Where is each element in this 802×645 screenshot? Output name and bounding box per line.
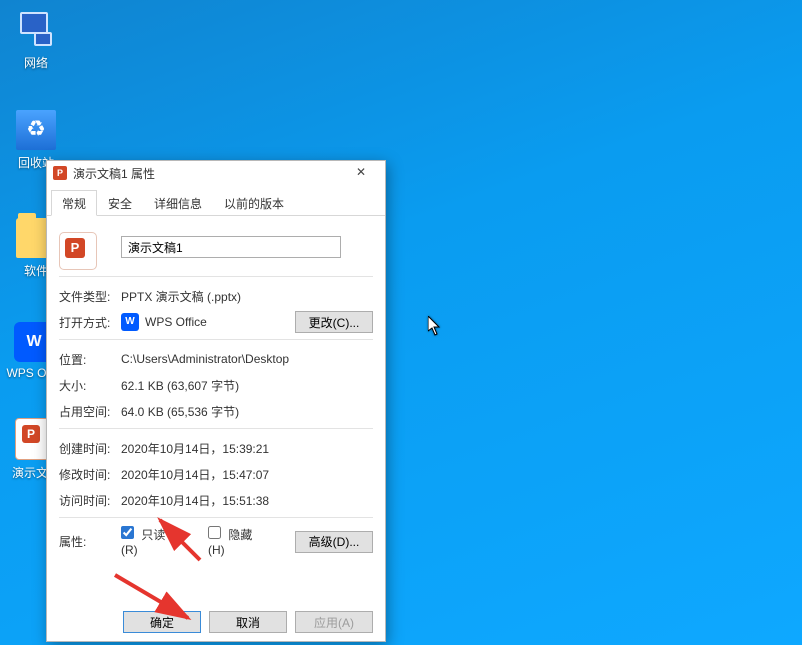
dialog-footer: 确定 取消 应用(A) (123, 611, 373, 633)
opens-with-label: 打开方式: (59, 314, 121, 331)
file-type-big-icon (59, 232, 97, 270)
ok-button[interactable]: 确定 (123, 611, 201, 633)
title-bar[interactable]: 演示文稿1 属性 ✕ (47, 161, 385, 185)
pptx-file-icon (53, 166, 67, 180)
tab-previous-versions[interactable]: 以前的版本 (213, 190, 295, 216)
file-name-input[interactable] (121, 236, 341, 258)
readonly-checkbox[interactable] (121, 526, 134, 539)
tab-general[interactable]: 常规 (51, 190, 97, 216)
size-label: 大小: (59, 377, 121, 394)
tab-strip: 常规 安全 详细信息 以前的版本 (47, 189, 385, 216)
size-on-disk-value: 64.0 KB (65,536 字节) (121, 403, 373, 420)
cancel-button[interactable]: 取消 (209, 611, 287, 633)
desktop-icon-label: 网络 (6, 54, 66, 71)
size-value: 62.1 KB (63,607 字节) (121, 377, 373, 394)
close-button[interactable]: ✕ (343, 163, 379, 183)
advanced-button[interactable]: 高级(D)... (295, 531, 373, 553)
mouse-cursor-icon (428, 316, 442, 336)
modified-value: 2020年10月14日，15:47:07 (121, 466, 373, 483)
created-value: 2020年10月14日，15:39:21 (121, 440, 373, 457)
file-type-value: PPTX 演示文稿 (.pptx) (121, 288, 373, 305)
tab-details[interactable]: 详细信息 (143, 190, 213, 216)
created-label: 创建时间: (59, 440, 121, 457)
hidden-checkbox-label[interactable]: 隐藏(H) (208, 526, 265, 557)
location-label: 位置: (59, 351, 121, 368)
change-opens-with-button[interactable]: 更改(C)... (295, 311, 373, 333)
tab-security[interactable]: 安全 (97, 190, 143, 216)
readonly-checkbox-label[interactable]: 只读(R) (121, 526, 178, 557)
opens-with-value: WPS Office (145, 315, 207, 329)
recycle-bin-icon (16, 110, 56, 150)
apply-button[interactable]: 应用(A) (295, 611, 373, 633)
accessed-value: 2020年10月14日，15:51:38 (121, 492, 373, 509)
file-properties-dialog: 演示文稿1 属性 ✕ 常规 安全 详细信息 以前的版本 文件类型: PPTX 演… (46, 160, 386, 642)
size-on-disk-label: 占用空间: (59, 403, 121, 420)
location-value: C:\Users\Administrator\Desktop (121, 352, 373, 366)
desktop-icon-network[interactable]: 网络 (6, 10, 66, 71)
hidden-checkbox[interactable] (208, 526, 221, 539)
accessed-label: 访问时间: (59, 492, 121, 509)
file-type-label: 文件类型: (59, 288, 121, 305)
network-icon (16, 10, 56, 50)
attributes-label: 属性: (59, 533, 121, 550)
tab-panel-general: 文件类型: PPTX 演示文稿 (.pptx) 打开方式: W WPS Offi… (47, 216, 385, 557)
window-title: 演示文稿1 属性 (73, 165, 343, 182)
wps-app-icon: W (121, 313, 139, 331)
modified-label: 修改时间: (59, 466, 121, 483)
